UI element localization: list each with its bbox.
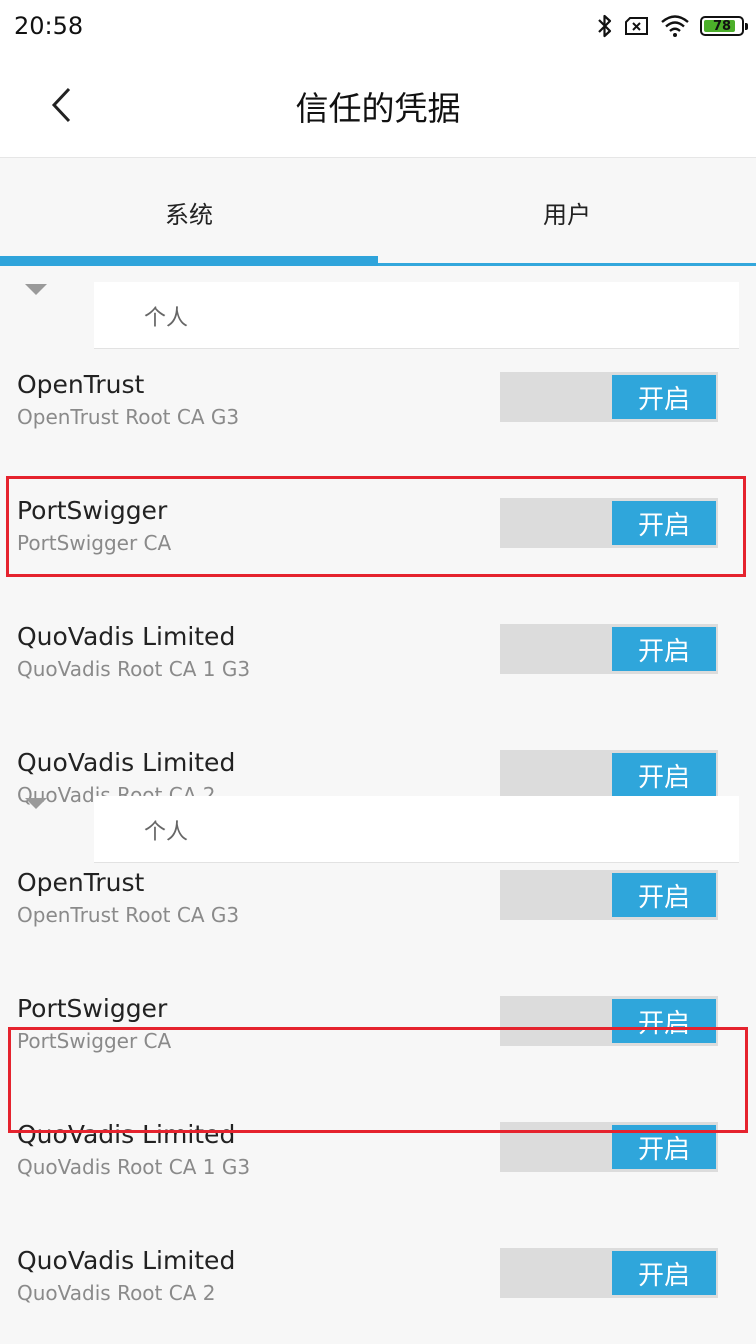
certificate-subtitle: QuoVadis Root CA 1 G3: [17, 1155, 251, 1179]
section-label: 个人: [144, 820, 189, 845]
status-time: 20:58: [14, 12, 84, 40]
certificate-subtitle: QuoVadis Root CA 2: [17, 1281, 216, 1305]
caret-down-icon[interactable]: [25, 798, 47, 809]
toggle-knob: 开启: [612, 999, 716, 1043]
toggle-knob: 开启: [612, 627, 716, 671]
certificate-subtitle: QuoVadis Root CA 1 G3: [17, 657, 251, 681]
enable-toggle[interactable]: 开启: [500, 372, 718, 422]
enable-toggle[interactable]: 开启: [500, 870, 718, 920]
status-bar: 20:58 78: [0, 0, 756, 52]
enable-toggle[interactable]: 开启: [500, 624, 718, 674]
toggle-knob: 开启: [612, 1125, 716, 1169]
toggle-knob: 开启: [612, 873, 716, 917]
certificate-subtitle: PortSwigger CA: [17, 531, 172, 555]
battery-level: 78: [712, 18, 732, 34]
enable-toggle[interactable]: 开启: [500, 498, 718, 548]
certificate-subtitle: OpenTrust Root CA G3: [17, 903, 240, 927]
certificate-row[interactable]: OpenTrust OpenTrust Root CA G3 开启: [0, 348, 756, 474]
certificate-title: QuoVadis Limited: [17, 622, 236, 651]
certificate-row[interactable]: PortSwigger PortSwigger CA 开启: [0, 972, 756, 1098]
toggle-knob: 开启: [612, 501, 716, 545]
certificate-row[interactable]: QuoVadis Limited QuoVadis Root CA 1 G3 开…: [0, 600, 756, 726]
tab-system[interactable]: 系统: [0, 158, 378, 266]
status-icons: 78: [596, 10, 748, 42]
tab-active-indicator: [0, 256, 378, 266]
toggle-knob: 开启: [612, 1251, 716, 1295]
certificate-list[interactable]: 个人 OpenTrust OpenTrust Root CA G3 开启 Por…: [0, 266, 756, 1344]
toggle-knob: 开启: [612, 375, 716, 419]
title-bar: 信任的凭据: [0, 52, 756, 158]
tab-user-label: 用户: [543, 200, 591, 229]
enable-toggle[interactable]: 开启: [500, 1248, 718, 1298]
caret-down-icon[interactable]: [25, 284, 47, 295]
certificate-title: QuoVadis Limited: [17, 1120, 236, 1149]
certificate-title: OpenTrust: [17, 868, 145, 897]
enable-toggle[interactable]: 开启: [500, 996, 718, 1046]
sim-blocked-icon: [624, 16, 650, 36]
wifi-icon: [660, 14, 690, 38]
section-label: 个人: [144, 306, 189, 331]
tab-user[interactable]: 用户: [378, 158, 756, 266]
section-header: 个人: [0, 266, 756, 349]
certificate-title: OpenTrust: [17, 370, 145, 399]
certificate-subtitle: PortSwigger CA: [17, 1029, 172, 1053]
certificate-title: QuoVadis Limited: [17, 1246, 236, 1275]
certificate-title: PortSwigger: [17, 496, 168, 525]
battery-icon: 78: [700, 16, 748, 36]
section-label-box: 个人: [94, 282, 739, 349]
certificate-row[interactable]: QuoVadis Limited QuoVadis Root CA 2 开启: [0, 1224, 756, 1344]
tab-bar: 系统 用户: [0, 158, 756, 266]
certificate-subtitle: OpenTrust Root CA G3: [17, 405, 240, 429]
certificate-title: PortSwigger: [17, 994, 168, 1023]
certificate-row[interactable]: QuoVadis Limited QuoVadis Root CA 1 G3 开…: [0, 1098, 756, 1224]
page-title: 信任的凭据: [295, 89, 461, 128]
certificate-row[interactable]: OpenTrust OpenTrust Root CA G3 开启: [0, 846, 756, 972]
bluetooth-icon: [596, 13, 614, 39]
tab-system-label: 系统: [165, 200, 213, 229]
enable-toggle[interactable]: 开启: [500, 1122, 718, 1172]
certificate-row[interactable]: PortSwigger PortSwigger CA 开启: [0, 474, 756, 600]
certificate-title: QuoVadis Limited: [17, 748, 236, 777]
